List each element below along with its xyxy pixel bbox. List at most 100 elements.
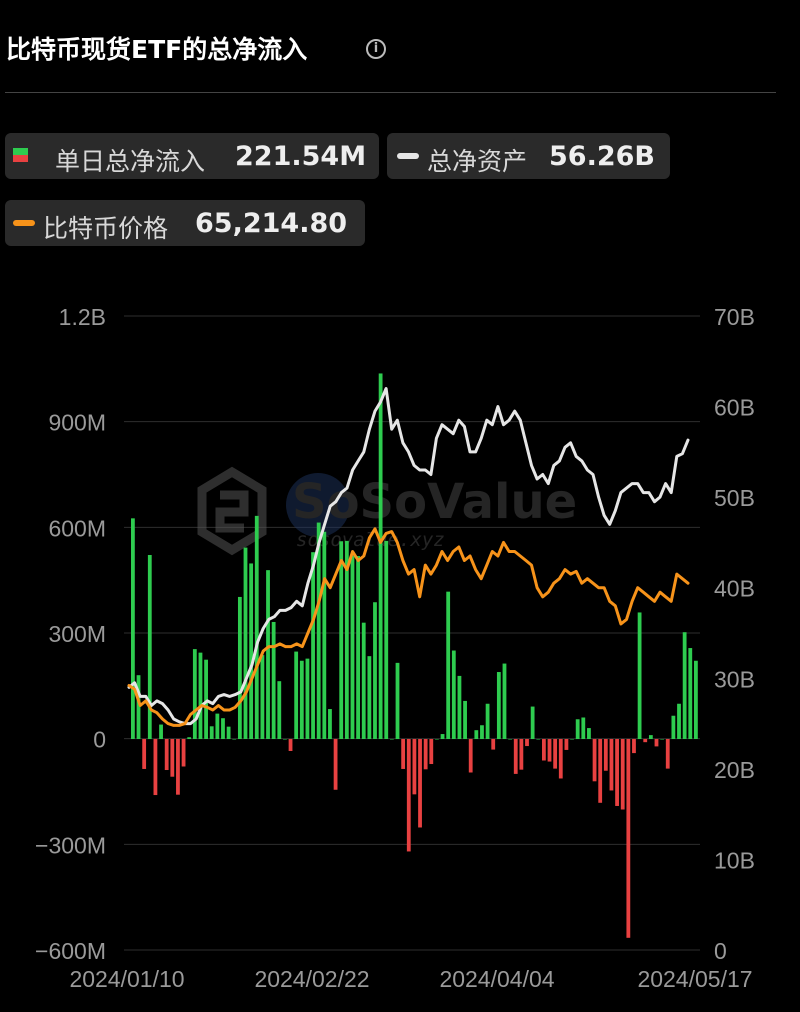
total-assets-line[interactable] xyxy=(127,387,690,726)
legend-price[interactable]: 比特币价格 65,214.80 xyxy=(5,200,365,246)
flow-bar[interactable] xyxy=(654,739,659,747)
flow-bar[interactable] xyxy=(570,739,574,740)
flow-bar[interactable] xyxy=(440,734,445,739)
flow-bar[interactable] xyxy=(587,728,591,739)
flow-bar[interactable] xyxy=(136,675,141,739)
flow-bar[interactable] xyxy=(553,739,558,769)
flow-bar[interactable] xyxy=(502,663,507,739)
flow-bar[interactable] xyxy=(198,652,203,739)
flow-bar[interactable] xyxy=(468,739,473,773)
flow-bar[interactable] xyxy=(694,660,698,739)
flow-bar[interactable] xyxy=(153,739,158,796)
flow-bar[interactable] xyxy=(215,713,220,739)
flow-bar[interactable] xyxy=(283,739,287,740)
flow-bar[interactable] xyxy=(677,703,681,739)
flow-bar[interactable] xyxy=(254,515,259,739)
flow-bar[interactable] xyxy=(389,739,394,740)
flow-bar[interactable] xyxy=(418,739,422,828)
flow-bar[interactable] xyxy=(367,656,372,739)
flow-bar[interactable] xyxy=(643,739,648,743)
flow-bar[interactable] xyxy=(271,621,276,739)
flow-bar[interactable] xyxy=(598,739,603,803)
flow-bar[interactable] xyxy=(187,737,192,739)
flow-bar[interactable] xyxy=(356,556,360,739)
flow-bar[interactable] xyxy=(609,739,614,791)
flow-bar[interactable] xyxy=(491,739,496,750)
flow-bar[interactable] xyxy=(361,622,366,739)
flow-bar[interactable] xyxy=(192,649,197,739)
flow-bar[interactable] xyxy=(209,726,214,739)
flow-bar[interactable] xyxy=(615,739,619,806)
flow-bar[interactable] xyxy=(159,724,163,739)
flow-bar[interactable] xyxy=(564,739,569,750)
flow-bar[interactable] xyxy=(632,739,636,754)
flow-bar[interactable] xyxy=(226,726,231,739)
flow-bar[interactable] xyxy=(406,739,411,852)
flow-bar[interactable] xyxy=(547,739,552,762)
flow-bar[interactable] xyxy=(446,591,451,739)
flow-bar[interactable] xyxy=(378,373,383,739)
flow-bar[interactable] xyxy=(519,739,524,770)
flow-bar[interactable] xyxy=(176,739,180,795)
flow-bar[interactable] xyxy=(485,703,490,739)
legend-assets[interactable]: 总净资产 56.26B xyxy=(387,133,670,179)
flow-bar[interactable] xyxy=(305,658,310,739)
flow-bar[interactable] xyxy=(429,739,434,765)
flow-bar[interactable] xyxy=(457,675,462,739)
flow-bar[interactable] xyxy=(480,725,484,739)
info-circle-icon[interactable]: i xyxy=(366,39,386,59)
flow-bar[interactable] xyxy=(536,739,541,740)
flow-bar[interactable] xyxy=(530,706,535,739)
flow-bar[interactable] xyxy=(277,681,282,739)
flow-bar[interactable] xyxy=(592,739,597,782)
flow-bar[interactable] xyxy=(299,660,304,739)
flow-bar[interactable] xyxy=(339,541,344,739)
flow-bar[interactable] xyxy=(626,739,631,938)
flow-bar[interactable] xyxy=(288,739,293,751)
flow-bar[interactable] xyxy=(665,739,670,769)
flow-bar[interactable] xyxy=(350,555,355,739)
flow-bar[interactable] xyxy=(260,655,265,739)
flow-bar[interactable] xyxy=(142,739,147,769)
flow-bar[interactable] xyxy=(575,719,580,739)
flow-bar[interactable] xyxy=(249,563,254,739)
flow-bar[interactable] xyxy=(525,739,529,747)
flow-bar[interactable] xyxy=(474,730,479,739)
flow-bar[interactable] xyxy=(660,739,665,740)
flow-bar[interactable] xyxy=(395,662,400,739)
flow-bar[interactable] xyxy=(496,672,501,739)
flow-bar[interactable] xyxy=(266,570,270,739)
flow-bar[interactable] xyxy=(513,739,518,774)
flow-bar[interactable] xyxy=(294,651,299,739)
flow-bar[interactable] xyxy=(333,739,338,790)
flow-bar[interactable] xyxy=(688,648,693,739)
flow-bar[interactable] xyxy=(237,596,242,739)
flow-bar[interactable] xyxy=(322,531,327,739)
flow-bar[interactable] xyxy=(131,518,135,739)
flow-bar[interactable] xyxy=(164,739,169,771)
flow-bar[interactable] xyxy=(311,552,315,739)
flow-bar[interactable] xyxy=(603,739,608,771)
flow-bar[interactable] xyxy=(384,540,389,739)
flow-bar[interactable] xyxy=(412,739,417,795)
flow-bar[interactable] xyxy=(541,739,546,761)
flow-bar[interactable] xyxy=(423,739,428,770)
flow-bar[interactable] xyxy=(204,659,208,739)
flow-bar[interactable] xyxy=(581,717,586,739)
flow-bar[interactable] xyxy=(508,739,513,740)
flow-bar[interactable] xyxy=(558,739,563,779)
btc-price-line[interactable] xyxy=(127,527,690,727)
flow-bar[interactable] xyxy=(435,739,439,740)
flow-bar[interactable] xyxy=(373,602,377,739)
flow-bar[interactable] xyxy=(328,709,332,739)
flow-bar[interactable] xyxy=(671,715,676,739)
flow-bar[interactable] xyxy=(221,718,225,739)
flow-bar[interactable] xyxy=(451,650,456,739)
flow-bar[interactable] xyxy=(463,700,467,739)
flow-bar[interactable] xyxy=(243,547,248,739)
flow-bar[interactable] xyxy=(401,739,406,769)
etf-flow-chart[interactable]: SoSoValue sosovalue.xyz 1.2B900M600M300M… xyxy=(0,290,800,1012)
flow-bar[interactable] xyxy=(170,739,175,777)
flow-bar[interactable] xyxy=(648,735,653,739)
legend-flow[interactable]: 单日总净流入 221.54M xyxy=(5,133,379,179)
